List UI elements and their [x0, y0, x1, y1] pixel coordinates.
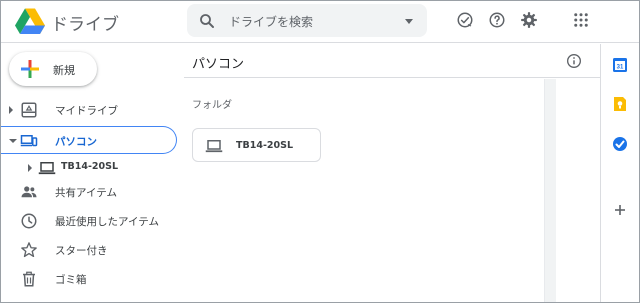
new-button[interactable]: 新規: [9, 52, 97, 86]
sidebar-item-shared[interactable]: 共有アイテム: [1, 178, 177, 206]
side-panel: 31: [601, 44, 639, 302]
my-drive-icon: [21, 102, 37, 118]
folder-card[interactable]: TB14-20SL: [192, 128, 321, 162]
keep-icon[interactable]: [612, 96, 628, 112]
sidebar-item-my-drive[interactable]: マイドライブ: [1, 96, 177, 124]
sidebar-item-computers[interactable]: パソコン: [1, 126, 177, 154]
calendar-day-text: 31: [617, 65, 624, 71]
sidebar-item-label: 最近使用したアイテム: [55, 216, 159, 228]
expand-arrow-icon[interactable]: [28, 164, 32, 172]
sidebar-item-recent[interactable]: 最近使用したアイテム: [1, 207, 177, 235]
tasks-icon[interactable]: [612, 136, 628, 152]
sidebar-item-label: マイドライブ: [55, 105, 118, 117]
sidebar-item-label: パソコン: [55, 136, 97, 148]
expand-arrow-icon[interactable]: [9, 106, 13, 114]
search-icon[interactable]: [198, 12, 216, 30]
sidebar-item-label: ゴミ箱: [55, 274, 87, 286]
calendar-icon[interactable]: 31: [612, 57, 628, 73]
trash-icon: [23, 271, 35, 287]
apps-grid-icon[interactable]: [572, 11, 590, 29]
clock-icon: [21, 213, 37, 229]
section-label-folders: フォルダ: [192, 100, 232, 111]
search-bar[interactable]: ドライブを検索: [187, 4, 427, 37]
collapse-arrow-icon[interactable]: [9, 139, 17, 143]
drive-logo-icon[interactable]: [15, 7, 45, 35]
page-title: パソコン: [192, 57, 245, 72]
sidebar-subitem-label: TB14-20SL: [61, 161, 118, 172]
main-header: パソコン: [184, 44, 600, 78]
app-title[interactable]: ドライブ: [51, 10, 119, 35]
star-icon: [21, 242, 37, 258]
sidebar-item-label: スター付き: [55, 245, 108, 257]
help-icon[interactable]: [488, 11, 506, 29]
shared-people-icon: [21, 186, 37, 198]
folder-card-label: TB14-20SL: [236, 140, 293, 151]
search-options-icon[interactable]: [405, 19, 413, 24]
main-content: フォルダ TB14-20SL: [184, 79, 544, 302]
sidebar: 新規 マイドライブ パソコン TB14-20SL 共有アイテム 最近使用したアイ…: [1, 44, 183, 302]
sidebar-subitem-device[interactable]: TB14-20SL: [1, 158, 177, 178]
check-circle-icon[interactable]: [456, 11, 474, 29]
scrollbar[interactable]: [544, 79, 556, 302]
add-icon[interactable]: [612, 202, 628, 218]
computers-icon: [20, 135, 38, 147]
settings-icon[interactable]: [520, 11, 538, 29]
top-bar: ドライブ ドライブを検索: [1, 1, 639, 43]
new-button-label: 新規: [53, 64, 75, 77]
laptop-icon: [205, 140, 223, 153]
sidebar-item-label: 共有アイテム: [55, 187, 117, 199]
sidebar-item-trash[interactable]: ゴミ箱: [1, 265, 177, 293]
info-icon[interactable]: [566, 53, 582, 69]
laptop-icon: [38, 162, 56, 175]
search-input[interactable]: ドライブを検索: [229, 13, 313, 30]
sidebar-item-starred[interactable]: スター付き: [1, 236, 177, 264]
plus-icon: [21, 60, 39, 78]
